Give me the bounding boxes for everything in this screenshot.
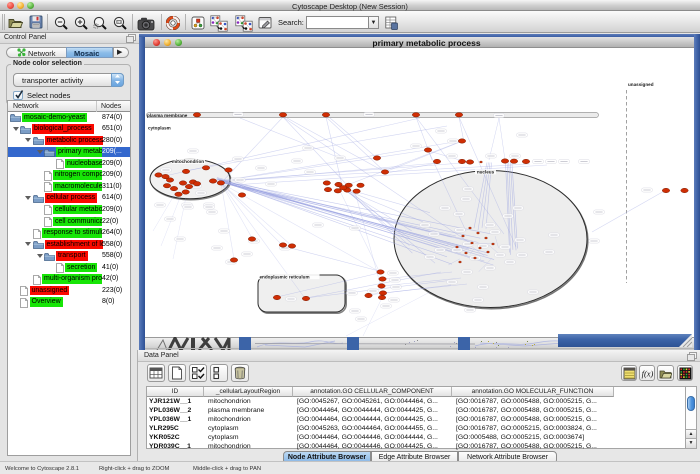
svg-text:endoplasmic reticulum: endoplasmic reticulum [260,274,310,279]
svg-text:unassigned: unassigned [628,82,654,87]
svg-text:plasma membrane: plasma membrane [147,113,188,118]
svg-text:cytoplasm: cytoplasm [148,126,171,131]
svg-text:mitochondrion: mitochondrion [172,159,204,164]
svg-text:1:1: 1:1 [117,20,121,24]
svg-text:nucleus: nucleus [477,170,495,175]
svg-text:f(x): f(x) [641,368,653,378]
